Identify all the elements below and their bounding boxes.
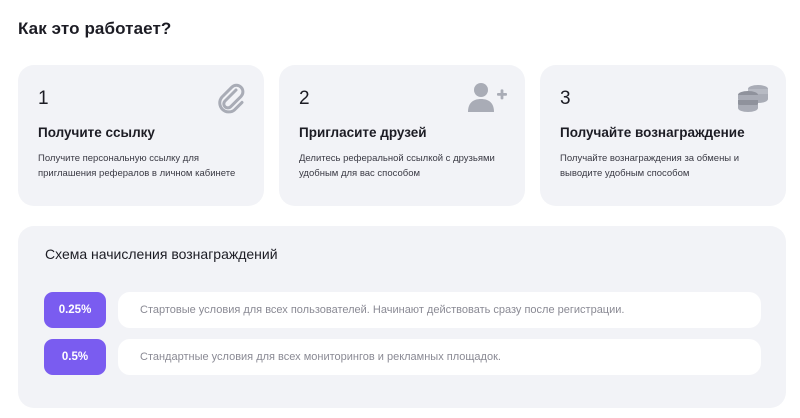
step-description: Получите персональную ссылку для приглаш… (38, 153, 236, 179)
step-title: Пригласите друзей (299, 125, 427, 140)
reward-row: 0.5% Стандартные условия для всех монито… (44, 339, 761, 375)
paperclip-icon (218, 83, 245, 114)
step-number: 2 (299, 88, 310, 109)
step-number: 1 (38, 88, 49, 109)
step-card-get-link: 1 Получите ссылку Получите персональную … (18, 65, 264, 206)
reward-scheme-panel: Схема начисления вознаграждений 0.25% Ст… (18, 226, 786, 408)
coins-stack-icon (738, 85, 768, 112)
step-card-invite-friends: 2 Пригласите друзей Делитесь реферальной… (279, 65, 525, 206)
step-description: Делитесь реферальной ссылкой с друзьями … (299, 153, 495, 179)
step-title: Получите ссылку (38, 125, 155, 140)
reward-condition-text: Стартовые условия для всех пользователей… (118, 292, 761, 328)
percent-badge: 0.5% (44, 339, 106, 375)
step-number: 3 (560, 88, 571, 109)
add-user-icon (468, 83, 507, 112)
step-card-get-reward: 3 Получайте вознаграждение Получайте воз… (540, 65, 786, 206)
reward-condition-text: Стандартные условия для всех мониторинго… (118, 339, 761, 375)
reward-row: 0.25% Стартовые условия для всех пользов… (44, 292, 761, 328)
page-title: Как это работает? (18, 19, 172, 38)
percent-badge: 0.25% (44, 292, 106, 328)
reward-scheme-title: Схема начисления вознаграждений (45, 246, 278, 262)
step-description: Получайте вознаграждения за обмены и выв… (560, 153, 740, 179)
steps-list: 1 Получите ссылку Получите персональную … (18, 65, 786, 206)
step-title: Получайте вознаграждение (560, 125, 745, 140)
